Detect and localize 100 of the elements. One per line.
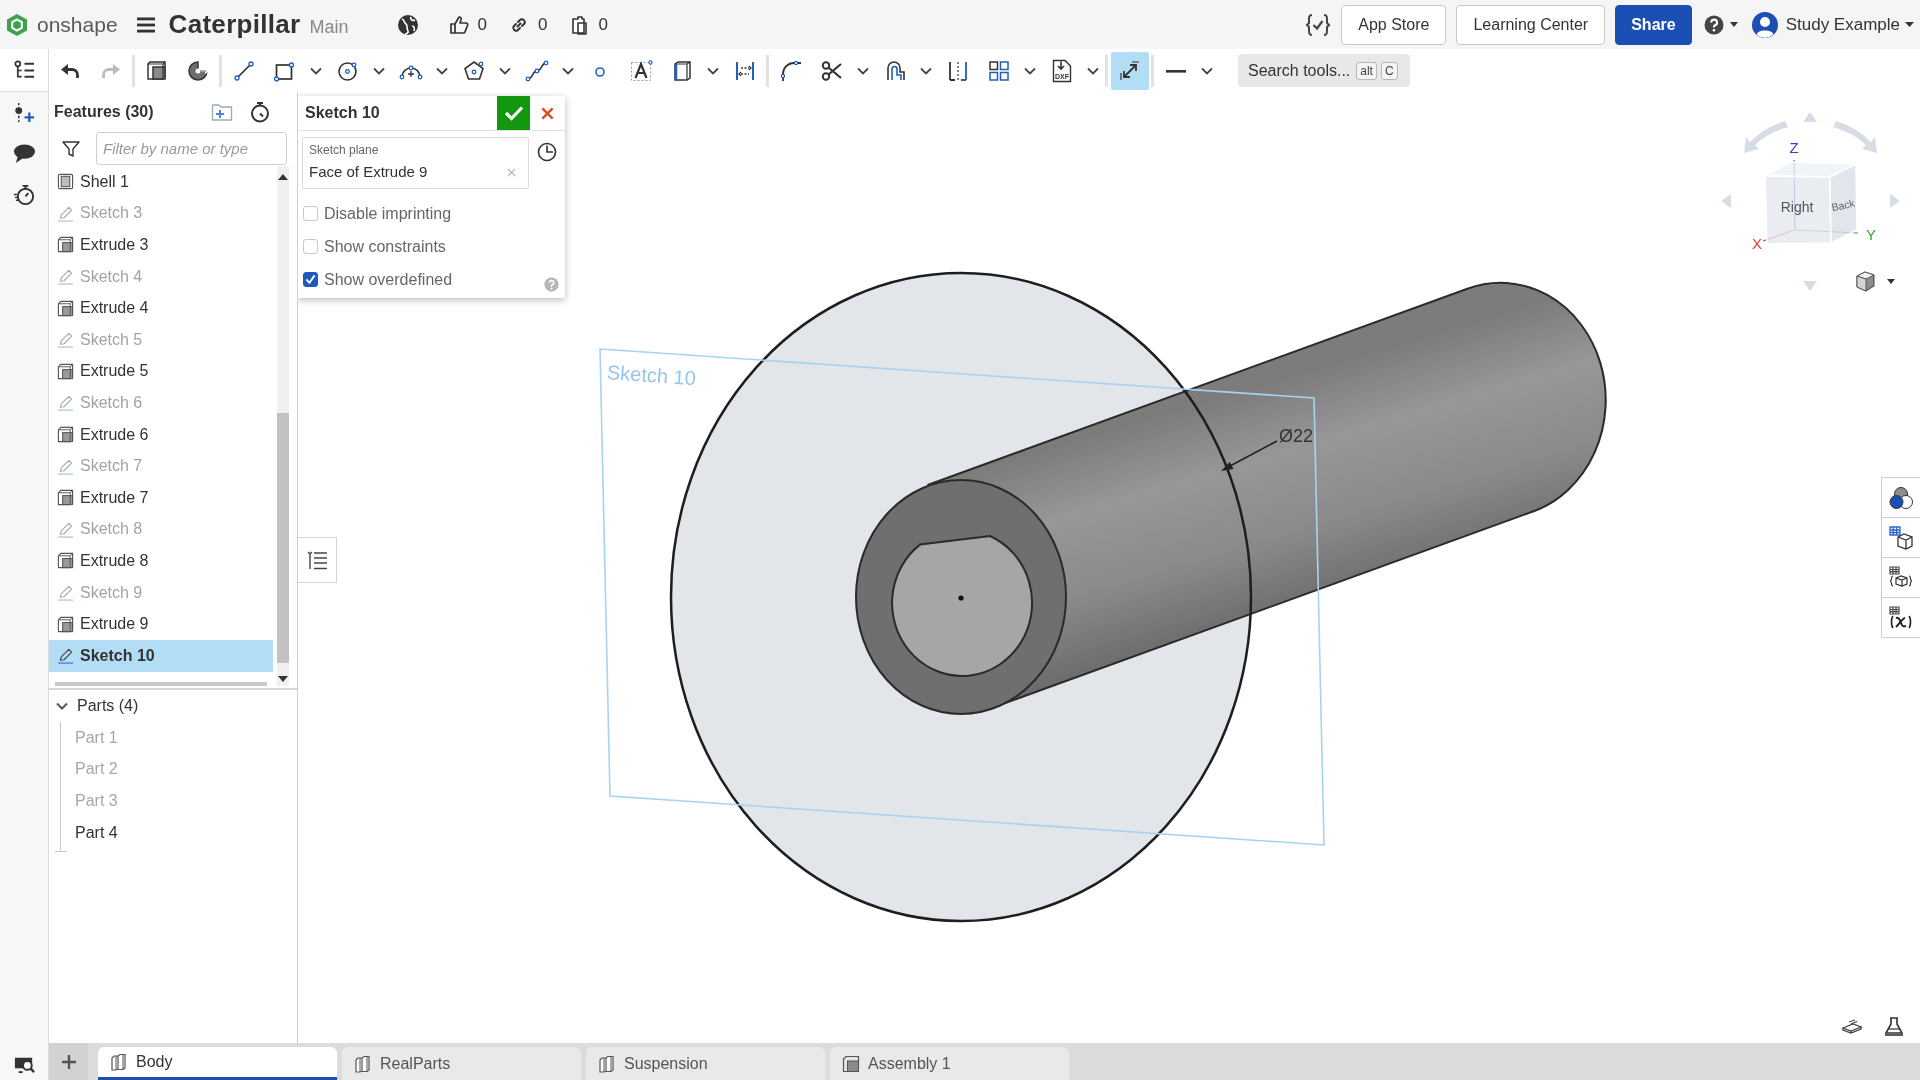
appearance-button[interactable] [1881, 477, 1920, 518]
feature-item[interactable]: Extrude 6 [49, 418, 273, 451]
caret-icon[interactable] [1087, 66, 1099, 75]
table-cube-icon [1888, 524, 1914, 551]
option-label[interactable]: Show constraints [324, 237, 446, 256]
feature-item[interactable]: Extrude 5 [49, 355, 273, 388]
list-icon [306, 549, 328, 571]
clock-icon[interactable] [537, 142, 557, 162]
shortcut-key: alt [1356, 61, 1377, 80]
pencil-icon [57, 457, 74, 475]
stopwatch-icon[interactable] [249, 100, 271, 123]
caret-icon[interactable] [857, 66, 869, 75]
close-icon[interactable] [541, 106, 554, 120]
option-label[interactable]: Show overdefined [324, 270, 453, 289]
add-tab-button[interactable] [49, 1043, 88, 1080]
corner-arc-icon[interactable] [778, 58, 803, 83]
stopwatch-icon[interactable] [12, 183, 36, 206]
caret-icon[interactable] [562, 66, 574, 75]
caret-icon[interactable] [920, 66, 932, 75]
filter-field[interactable]: Filter by name or type [96, 132, 287, 165]
logo-icon[interactable] [6, 12, 28, 37]
collapse-button[interactable] [298, 537, 337, 583]
pencil-icon [57, 520, 74, 538]
filter-icon[interactable] [62, 139, 80, 158]
flask-icon[interactable] [1883, 1016, 1905, 1036]
caret-icon[interactable] [436, 66, 448, 75]
feature-item[interactable]: Shell 1 [49, 166, 273, 198]
feature-item[interactable]: Extrude 3 [49, 229, 273, 261]
variables-button[interactable] [1881, 597, 1920, 638]
variable-table-icon [1888, 604, 1914, 631]
globe-icon[interactable] [396, 13, 419, 36]
letter-icon[interactable] [628, 58, 653, 83]
part-studio-icon [598, 1054, 616, 1073]
selection-field[interactable]: Sketch plane Face of Extrude 9 [302, 137, 529, 189]
shaded-cube-icon[interactable] [1856, 271, 1875, 292]
add-folder-icon[interactable] [211, 101, 233, 122]
scissors-icon[interactable] [819, 58, 844, 83]
feature-item[interactable]: Sketch 10 [49, 639, 273, 672]
dimension-value[interactable]: Ø22 [1279, 426, 1314, 446]
cube-icon [57, 299, 74, 317]
dialog-title: Sketch 10 [305, 104, 380, 122]
variable-icon[interactable] [1305, 12, 1332, 37]
dimension-arrow [1221, 440, 1278, 471]
caret-icon[interactable] [1201, 66, 1213, 75]
caret-icon[interactable] [373, 66, 385, 75]
checkbox[interactable] [303, 272, 318, 287]
part-studio-icon [110, 1053, 128, 1071]
document-tab[interactable]: Suspension [586, 1047, 825, 1080]
line-icon[interactable] [231, 58, 256, 83]
scrollbar-thumb[interactable] [277, 413, 289, 663]
avatar-icon[interactable] [1751, 11, 1778, 38]
shortcut-key: C [1380, 61, 1398, 80]
feature-item[interactable]: Extrude 8 [49, 545, 273, 577]
cube-icon [57, 489, 74, 507]
parts-group-header[interactable]: Parts (4) [49, 690, 297, 722]
caret-icon[interactable] [707, 66, 719, 75]
user-name[interactable]: Study Example [1785, 14, 1900, 35]
plate-icon[interactable] [1841, 1016, 1863, 1036]
feature-item[interactable]: Extrude 7 [49, 481, 273, 514]
document-tab[interactable]: RealParts [342, 1047, 581, 1080]
pentagon-icon[interactable] [461, 58, 486, 83]
pie-icon[interactable] [185, 58, 210, 83]
scroll-down-icon[interactable] [278, 676, 288, 682]
scrollbar-track[interactable] [277, 166, 289, 686]
grid-icon[interactable] [986, 58, 1011, 83]
clipboard-icon[interactable] [569, 14, 590, 35]
sketch-plane-label: Sketch 10 [606, 361, 697, 390]
primary-button[interactable]: Share [1615, 4, 1692, 45]
caret-icon[interactable] [1887, 279, 1895, 284]
document-tab[interactable]: Body [98, 1047, 337, 1080]
caret-icon[interactable] [1729, 22, 1738, 27]
caret-icon[interactable] [310, 66, 322, 75]
spline-icon[interactable] [524, 58, 549, 83]
cube-icon[interactable] [144, 58, 169, 83]
header-button[interactable]: Learning Center [1456, 4, 1606, 45]
cube-icon [57, 362, 74, 380]
caret-icon[interactable] [1024, 66, 1036, 75]
document-tab[interactable]: Assembly 1 [830, 1047, 1069, 1080]
confirm-button[interactable] [497, 96, 530, 130]
scroll-up-icon[interactable] [278, 174, 288, 180]
axis-label: Z [1789, 139, 1799, 156]
count-label: 0 [477, 14, 487, 35]
search-tools-button[interactable]: Search tools... alt C [1238, 54, 1410, 87]
option-label[interactable]: Disable imprinting [324, 204, 452, 223]
part-item[interactable]: Part 4 [61, 816, 297, 849]
thumbs-up-icon[interactable] [448, 14, 469, 35]
menu-icon[interactable] [136, 16, 155, 33]
cube-face-label: Back [1830, 196, 1856, 214]
caret-icon[interactable] [499, 66, 511, 75]
insert-node-icon[interactable] [12, 101, 36, 124]
help-icon[interactable] [1703, 14, 1724, 35]
caret-icon[interactable] [1905, 22, 1914, 27]
feature-item[interactable]: Extrude 4 [49, 292, 273, 324]
horizontal-scrollbar[interactable] [55, 682, 267, 686]
comment-icon[interactable] [12, 142, 36, 165]
logo-wordmark[interactable]: onshape [37, 12, 118, 37]
pencil-icon [57, 647, 74, 665]
feature-item[interactable]: Extrude 9 [49, 608, 273, 640]
header-button[interactable]: App Store [1341, 4, 1447, 45]
panel-title: Features (30) [54, 102, 154, 121]
